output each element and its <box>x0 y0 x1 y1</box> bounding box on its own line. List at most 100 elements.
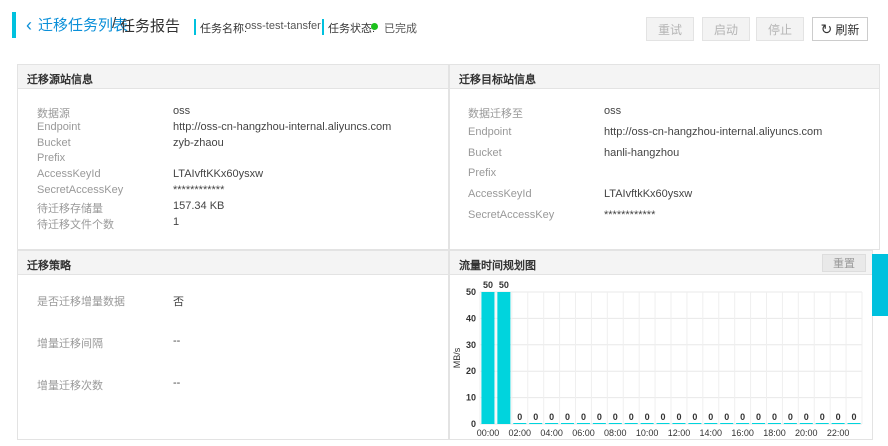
refresh-icon: ↻ <box>820 20 833 37</box>
bar-value-label: 0 <box>629 412 634 422</box>
chart-bar <box>799 423 813 424</box>
start-button[interactable]: 启动 <box>702 17 750 41</box>
target-row-label: Prefix <box>468 167 497 180</box>
bar-value-label: 0 <box>645 412 650 422</box>
chart-bar <box>545 423 559 424</box>
target-row-value: oss <box>604 105 622 117</box>
x-tick-label: 12:00 <box>668 428 691 438</box>
chart-bar <box>783 423 797 424</box>
chart-bar <box>720 423 734 424</box>
source-row-value: oss <box>173 105 191 117</box>
chart-bar <box>847 423 861 424</box>
stop-button[interactable]: 停止 <box>756 17 804 41</box>
chart-bar <box>561 423 575 424</box>
bar-value-label: 0 <box>836 412 841 422</box>
bar-value-label: 0 <box>756 412 761 422</box>
chart-bar <box>513 423 527 424</box>
chart-bar <box>815 423 829 424</box>
chart-bar <box>640 423 654 424</box>
y-tick-label: 50 <box>466 287 476 297</box>
bar-value-label: 0 <box>724 412 729 422</box>
task-name-label: 任务名称: <box>200 23 248 35</box>
bar-value-label: 50 <box>483 280 493 290</box>
target-row-label: AccessKeyId <box>468 188 532 201</box>
source-row-label: 数据源 <box>37 108 70 120</box>
refresh-button-label: 刷新 <box>835 22 860 37</box>
reset-button[interactable]: 重置 <box>822 254 866 272</box>
source-row-value: 1 <box>173 215 180 228</box>
strategy-row-value: 否 <box>173 296 184 308</box>
y-tick-label: 10 <box>466 393 476 403</box>
traffic-panel-title: 流量时间规划图 <box>459 260 536 272</box>
x-tick-label: 02:00 <box>509 428 532 438</box>
bar-value-label: 0 <box>597 412 602 422</box>
chart-bar <box>704 423 718 424</box>
source-row-label: Bucket <box>37 136 71 149</box>
bar-value-label: 0 <box>565 412 570 422</box>
side-feedback-tab[interactable] <box>872 254 888 316</box>
strategy-panel: 迁移策略 是否迁移增量数据 否增量迁移间隔 -- 增量迁移次数 -- <box>17 250 449 440</box>
x-tick-label: 04:00 <box>540 428 563 438</box>
chart-bar <box>767 423 781 424</box>
strategy-row-label: 增量迁移次数 <box>37 380 103 392</box>
y-tick-label: 40 <box>466 313 476 323</box>
source-row-label: Prefix <box>37 152 66 165</box>
bar-value-label: 0 <box>549 412 554 422</box>
source-row-value: 157.34 KB <box>173 199 225 212</box>
strategy-row-value: -- <box>173 335 181 347</box>
x-tick-label: 20:00 <box>795 428 818 438</box>
source-row-value: http://oss-cn-hangzhou-internal.aliyuncs… <box>173 120 392 133</box>
y-tick-label: 0 <box>471 419 476 429</box>
chart-bar <box>672 423 686 424</box>
bar-value-label: 0 <box>852 412 857 422</box>
task-status-value: 已完成 <box>384 23 417 35</box>
strategy-row-value: -- <box>173 377 181 389</box>
chart-bar <box>529 423 543 424</box>
source-row-label: AccessKeyId <box>37 168 101 181</box>
traffic-plan-panel: 流量时间规划图 重置 0 10 20 30 40 50 MB/s 50 50 0 0 0 0 0 0 0 0 0 0… <box>449 250 873 440</box>
bar-value-label: 0 <box>676 412 681 422</box>
x-tick-label: 06:00 <box>572 428 595 438</box>
x-tick-label: 18:00 <box>763 428 786 438</box>
x-tick-label: 08:00 <box>604 428 627 438</box>
task-name-value: oss-test-tansfer <box>245 20 321 32</box>
task-status-label: 任务状态: <box>328 23 376 35</box>
bar-value-label: 0 <box>804 412 809 422</box>
target-info-panel: 迁移目标站信息 数据迁移至 oss Endpoint http://oss-cn-ha… <box>449 64 880 250</box>
chevron-left-icon: ‹ <box>26 14 32 35</box>
bar-value-label: 0 <box>788 412 793 422</box>
target-row-value: LTAIvftkKx60ysxw <box>604 188 693 201</box>
breadcrumb-separator: / <box>112 15 117 32</box>
bar-value-label: 50 <box>499 280 509 290</box>
bar-value-label: 0 <box>581 412 586 422</box>
status-dot-icon <box>371 23 378 30</box>
source-info-panel: 迁移源站信息 数据源 oss Endpoint http://oss-cn-hangz… <box>17 64 449 250</box>
target-row-label: 数据迁移至 <box>468 108 523 120</box>
refresh-button[interactable]: ↻ 刷新 <box>812 17 868 41</box>
target-row-value: ************ <box>604 209 656 221</box>
source-row-value: zyb-zhaou <box>173 136 224 149</box>
bar-value-label: 0 <box>517 412 522 422</box>
target-row-label: SecretAccessKey <box>468 209 555 221</box>
chart-bar <box>752 423 766 424</box>
traffic-bar-chart: 01020304050MB/s50 500 0 0 0 0 0 0 0 0 0 0 0 0 0 0 0 0 0 0 0 0… <box>452 280 863 438</box>
retry-button[interactable]: 重试 <box>646 17 694 41</box>
stop-button-label: 停止 <box>767 22 792 37</box>
x-tick-label: 00:00 <box>477 428 500 438</box>
chart-bar <box>592 423 606 424</box>
bar-value-label: 0 <box>708 412 713 422</box>
bar-value-label: 0 <box>692 412 697 422</box>
x-tick-label: 10:00 <box>636 428 659 438</box>
chart-bar <box>497 292 511 424</box>
strategy-row-label: 增量迁移间隔 <box>37 338 103 350</box>
task-status-accent <box>322 19 324 35</box>
chart-bar <box>576 423 590 424</box>
header-accent-bar <box>12 12 16 38</box>
bar-value-label: 0 <box>533 412 538 422</box>
strategy-row-label: 是否迁移增量数据 <box>37 296 125 308</box>
retry-button-label: 重试 <box>657 22 682 37</box>
page-title: 任务报告 <box>120 18 181 35</box>
source-row-label: SecretAccessKey <box>37 184 124 196</box>
y-tick-label: 30 <box>466 340 476 350</box>
start-button-label: 启动 <box>713 22 738 37</box>
